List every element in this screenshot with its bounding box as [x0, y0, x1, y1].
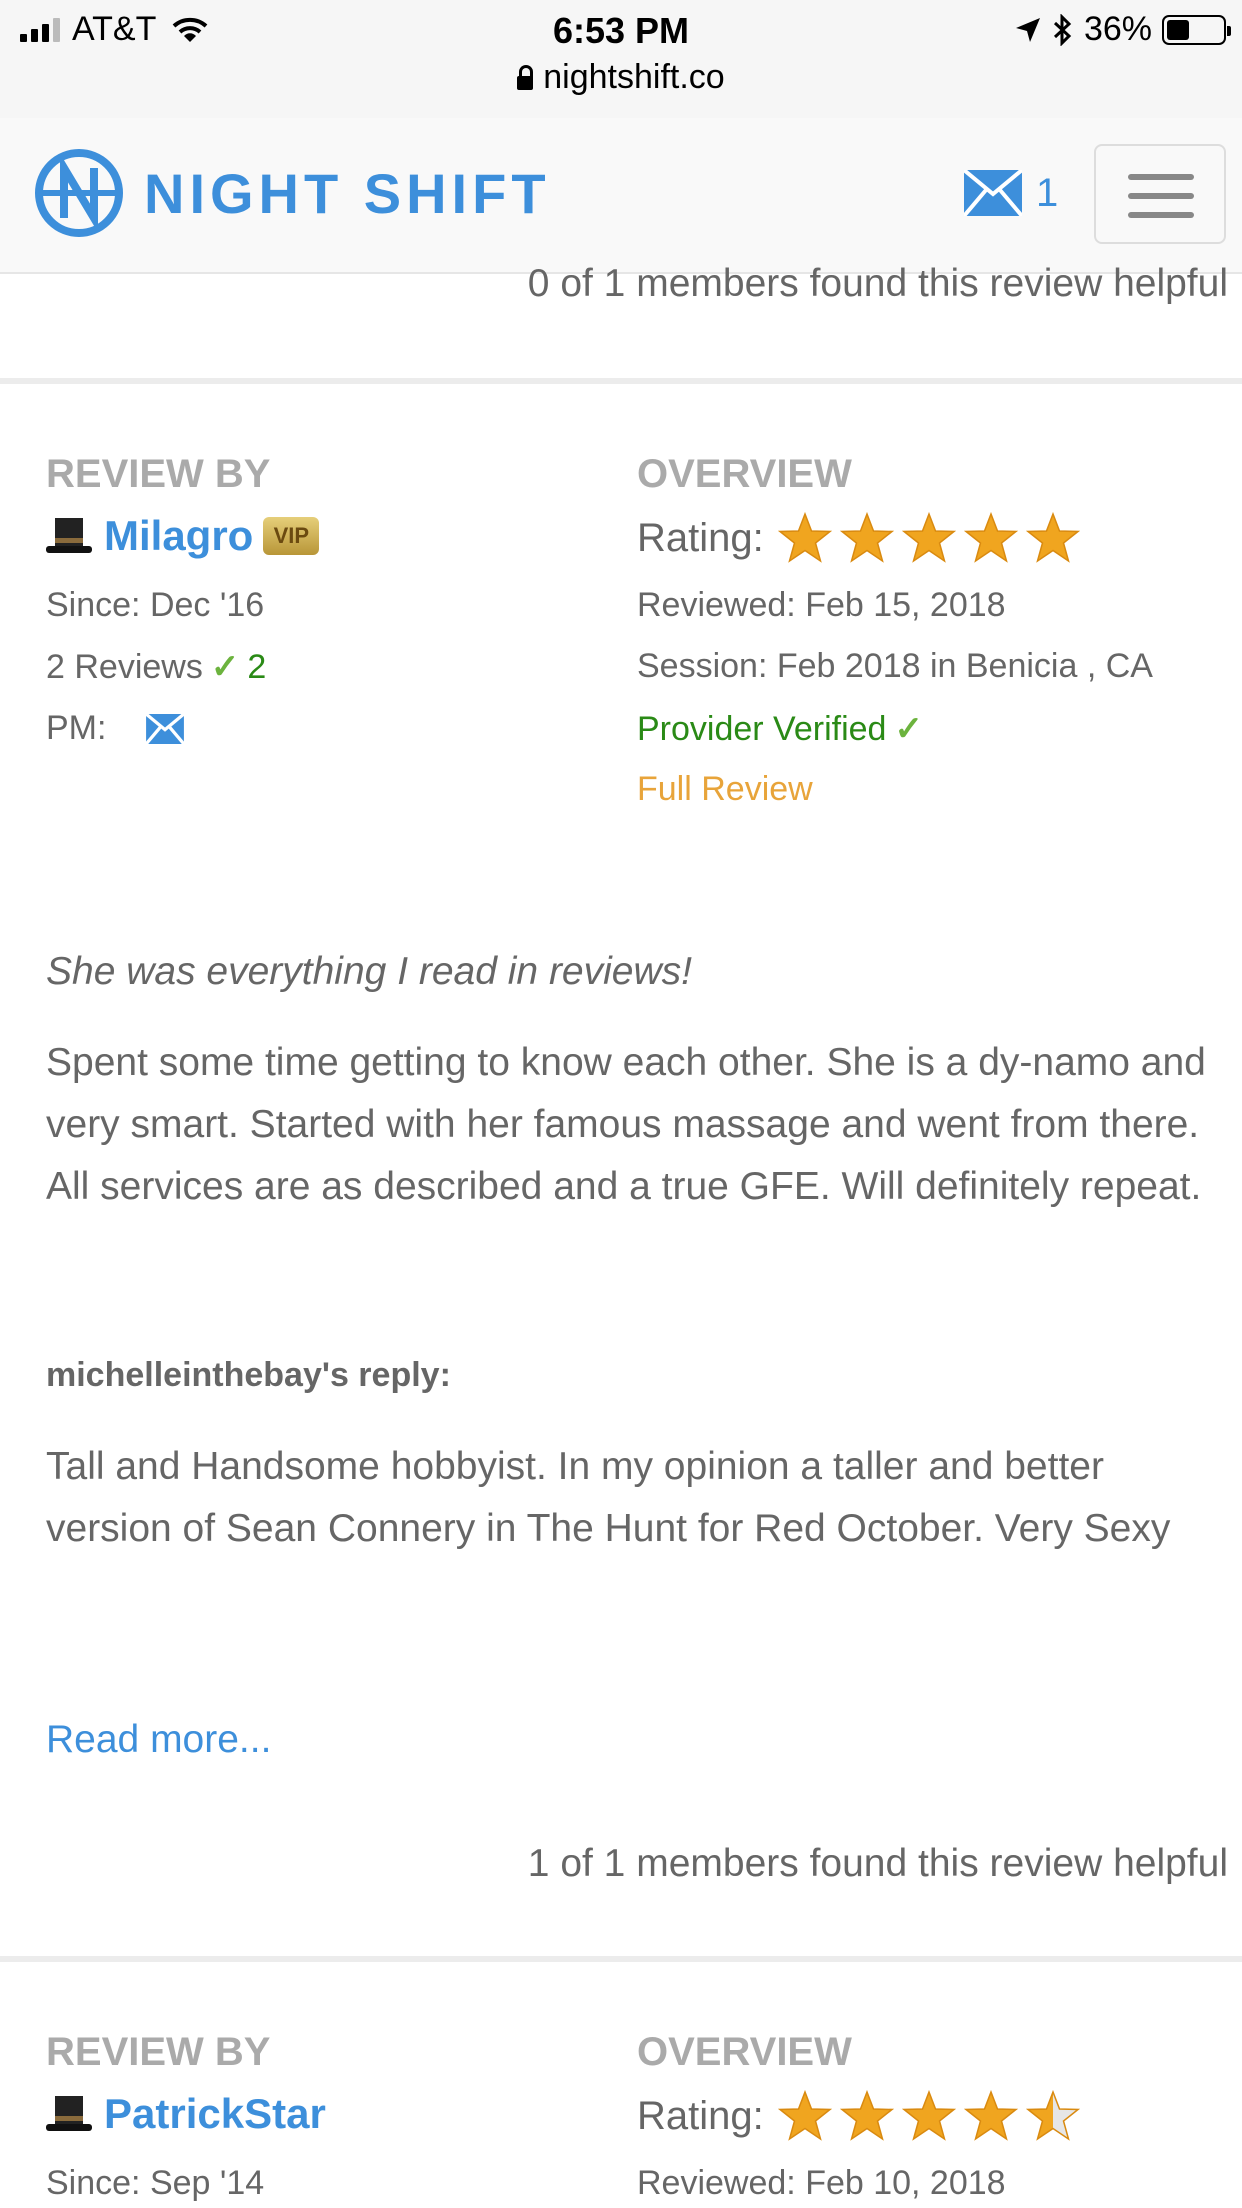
site-header: NIGHT SHIFT 1 [0, 118, 1242, 274]
review-title: She was everything I read in reviews! [46, 950, 692, 993]
reply-body: Tall and Handsome hobbyist. In my opinio… [46, 1445, 1171, 1550]
location-arrow-icon [1015, 17, 1040, 42]
verified-check-icon: ✓ [894, 710, 923, 748]
rating-row: Rating: [637, 512, 1080, 564]
lock-icon [517, 65, 534, 90]
star-icon [777, 512, 832, 563]
helpful-count: 1 of 1 members found this review helpful [527, 1842, 1228, 1885]
member-since: Since: Sep '14 [46, 2164, 265, 2202]
bluetooth-icon [1053, 13, 1072, 46]
url-text: nightshift.co [543, 58, 725, 96]
battery-icon [1162, 14, 1231, 45]
site-logo[interactable]: NIGHT SHIFT [34, 148, 551, 238]
vip-badge: VIP [263, 517, 320, 555]
reviewer-row: Milagro VIP [46, 512, 320, 560]
reviewed-date: Reviewed: Feb 15, 2018 [637, 586, 1006, 624]
rating-stars [777, 512, 1080, 564]
session-info: Session: Feb 2018 in Benicia , CA [637, 647, 1153, 685]
reply-heading: michelleinthebay's reply: [46, 1356, 451, 1394]
member-since: Since: Dec '16 [46, 586, 265, 624]
reviewed-date: Reviewed: Feb 10, 2018 [637, 2164, 1006, 2202]
read-more-link[interactable]: Read more... [46, 1718, 271, 1762]
top-hat-icon [46, 2096, 92, 2131]
rating-label: Rating: [637, 515, 764, 560]
provider-verified-label: Provider Verified [637, 709, 887, 748]
address-bar[interactable]: nightshift.co [0, 58, 1242, 97]
top-hat-icon [46, 518, 92, 553]
reviewer-username[interactable]: PatrickStar [104, 2090, 326, 2138]
status-right: 36% [1014, 10, 1231, 49]
rating-row: Rating: [637, 2090, 1080, 2142]
review-divider [0, 1956, 1242, 1962]
pm-label: PM: [46, 709, 107, 747]
reviewer-username[interactable]: Milagro [104, 512, 253, 560]
star-icon [839, 2090, 894, 2141]
verified-count: 2 [247, 647, 267, 686]
star-icon [963, 2090, 1018, 2141]
review-by-heading: REVIEW BY [46, 2030, 271, 2074]
hamburger-menu-button[interactable] [1094, 144, 1226, 244]
review-divider [0, 378, 1242, 384]
battery-percent: 36% [1083, 10, 1152, 48]
rating-label: Rating: [637, 2093, 764, 2138]
reviewer-row: PatrickStar [46, 2090, 326, 2138]
star-icon [1025, 512, 1080, 563]
envelope-icon [964, 170, 1022, 216]
messages-count: 1 [1036, 170, 1059, 215]
star-icon [777, 2090, 832, 2141]
overview-heading: OVERVIEW [637, 452, 852, 496]
star-icon [901, 2090, 956, 2141]
pm-envelope-icon[interactable] [146, 713, 185, 744]
logo-mark-icon [35, 149, 123, 237]
checkmark-icon: ✓ [210, 648, 240, 686]
helpful-count: 0 of 1 members found this review helpful [527, 262, 1228, 305]
overview-heading: OVERVIEW [637, 2030, 852, 2074]
reviews-count[interactable]: 2 Reviews [46, 648, 203, 687]
star-icon [839, 512, 894, 563]
star-icon [1025, 2090, 1080, 2141]
star-icon [963, 512, 1018, 563]
provider-verified-row: Provider Verified ✓ [637, 709, 931, 749]
status-bar: AT&T 6:53 PM 36% nightshift.co [0, 0, 1242, 118]
review-body: Spent some time getting to know each oth… [46, 1041, 1206, 1208]
logo-text: NIGHT SHIFT [144, 161, 551, 225]
rating-stars [777, 2090, 1080, 2142]
messages-button[interactable]: 1 [964, 170, 1058, 216]
pm-row: PM: [46, 709, 185, 748]
full-review-link[interactable]: Full Review [637, 770, 813, 809]
review-by-heading: REVIEW BY [46, 452, 271, 496]
star-icon [901, 512, 956, 563]
review-count-row: 2 Reviews ✓ 2 [46, 647, 266, 687]
